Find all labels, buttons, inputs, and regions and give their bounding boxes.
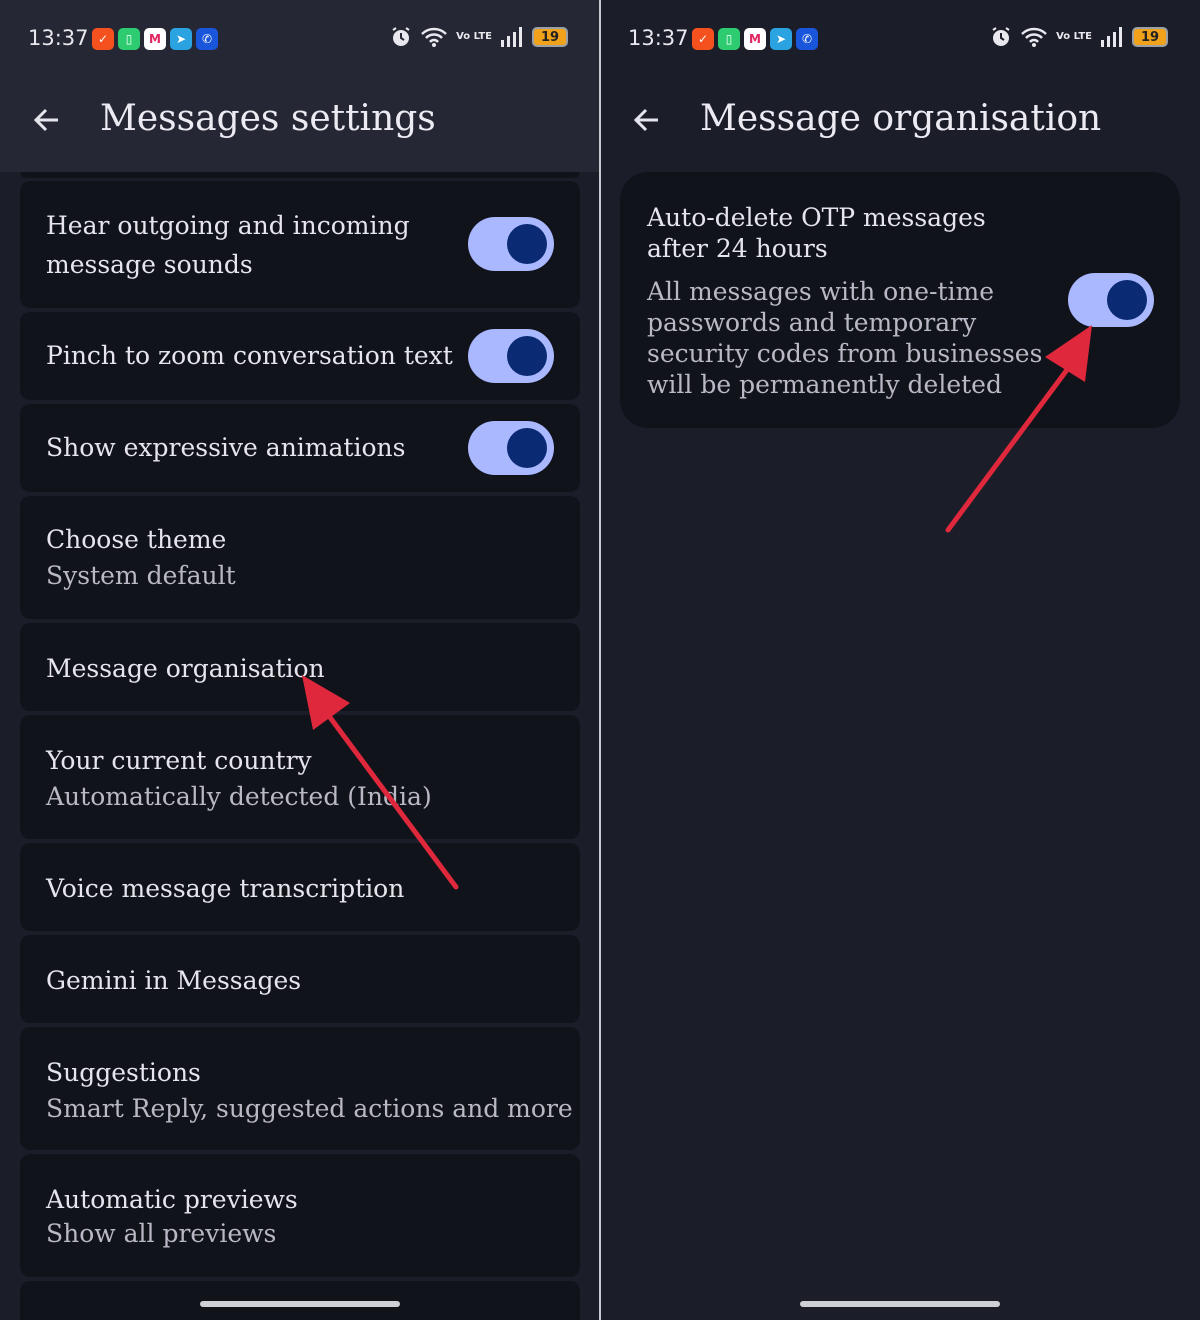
- page-title: Messages settings: [100, 98, 436, 139]
- setting-title: Gemini in Messages: [46, 966, 302, 995]
- signal-icon: [501, 27, 522, 47]
- wifi-icon: [421, 27, 447, 47]
- setting-description: All messages with one-time passwords and…: [647, 277, 1043, 399]
- alarm-icon: [392, 27, 410, 46]
- setting-title: Suggestions: [46, 1058, 201, 1087]
- status-time: 13:37: [28, 26, 89, 50]
- setting-automatic-previews[interactable]: Automatic previews Show all previews: [20, 1154, 580, 1277]
- setting-gemini[interactable]: Gemini in Messages: [20, 935, 580, 1023]
- setting-title: Voice message transcription: [46, 874, 405, 903]
- alarm-icon: [992, 27, 1010, 46]
- check-app-icon: ✓: [92, 28, 114, 50]
- toggle-knob: [507, 428, 547, 468]
- message-sounds-toggle[interactable]: [468, 217, 554, 271]
- status-bar: 13:37 ✓ ▯ M ➤ ✆ Vo LTE 19: [28, 24, 568, 56]
- telegram-icon: ➤: [170, 28, 192, 50]
- app-bar: Message organisation: [600, 86, 1200, 158]
- wifi-icon: [1021, 27, 1047, 47]
- m-app-icon: M: [744, 28, 766, 50]
- setting-expressive-animations[interactable]: Show expressive animations: [20, 404, 580, 492]
- setting-title: Automatic previews: [46, 1185, 298, 1214]
- expressive-animations-toggle[interactable]: [468, 421, 554, 475]
- app-bar: Messages settings: [0, 86, 600, 158]
- battery-app-icon: ▯: [718, 28, 740, 50]
- phone-app-icon: ✆: [196, 28, 218, 50]
- setting-subtitle: Show all previews: [46, 1219, 277, 1248]
- setting-title: Your current country: [46, 746, 312, 775]
- battery-icon: 19: [532, 27, 568, 47]
- setting-title: Pinch to zoom conversation text: [46, 341, 453, 370]
- telegram-icon: ➤: [770, 28, 792, 50]
- phone-app-icon: ✆: [796, 28, 818, 50]
- setting-subtitle: Smart Reply, suggested actions and more: [46, 1094, 573, 1123]
- back-arrow-icon[interactable]: [628, 100, 668, 140]
- battery-icon: 19: [1132, 27, 1168, 47]
- setting-title: Show expressive animations: [46, 433, 406, 462]
- messages-settings-screen: 13:37 ✓ ▯ M ➤ ✆ Vo LTE 19 Messages setti…: [0, 0, 600, 1320]
- partial-row: [20, 172, 580, 178]
- notification-icons: ✓ ▯ M ➤ ✆: [92, 28, 218, 50]
- setting-message-sounds[interactable]: Hear outgoing and incoming message sound…: [20, 181, 580, 308]
- auto-delete-otp-toggle[interactable]: [1068, 273, 1154, 327]
- setting-voice-transcription[interactable]: Voice message transcription: [20, 843, 580, 931]
- setting-auto-delete-otp[interactable]: Auto-delete OTP messages after 24 hours …: [620, 172, 1180, 428]
- setting-subtitle: System default: [46, 561, 236, 590]
- toggle-knob: [1107, 280, 1147, 320]
- setting-title: Choose theme: [46, 525, 227, 554]
- screen-divider: [599, 0, 601, 1320]
- setting-suggestions[interactable]: Suggestions Smart Reply, suggested actio…: [20, 1027, 580, 1150]
- setting-choose-theme[interactable]: Choose theme System default: [20, 496, 580, 619]
- status-bar: 13:37 ✓ ▯ M ➤ ✆ Vo LTE 19: [628, 24, 1168, 56]
- system-icons: Vo LTE 19: [990, 26, 1168, 48]
- home-indicator[interactable]: [800, 1301, 1000, 1307]
- volte-icon: Vo LTE: [1056, 31, 1092, 42]
- battery-app-icon: ▯: [118, 28, 140, 50]
- setting-title: Auto-delete OTP messages after 24 hours: [647, 203, 986, 263]
- m-app-icon: M: [144, 28, 166, 50]
- pinch-zoom-toggle[interactable]: [468, 329, 554, 383]
- home-indicator[interactable]: [200, 1301, 400, 1307]
- message-organisation-screen: 13:37 ✓ ▯ M ➤ ✆ Vo LTE 19 Message organi…: [600, 0, 1200, 1320]
- setting-subtitle: Automatically detected (India): [46, 782, 432, 811]
- toggle-knob: [507, 336, 547, 376]
- notification-icons: ✓ ▯ M ➤ ✆: [692, 28, 818, 50]
- signal-icon: [1101, 27, 1122, 47]
- check-app-icon: ✓: [692, 28, 714, 50]
- back-arrow-icon[interactable]: [28, 100, 68, 140]
- setting-current-country[interactable]: Your current country Automatically detec…: [20, 715, 580, 839]
- setting-title: Hear outgoing and incoming message sound…: [46, 211, 410, 279]
- setting-message-organisation[interactable]: Message organisation: [20, 623, 580, 711]
- volte-icon: Vo LTE: [456, 31, 492, 42]
- setting-title: Message organisation: [46, 654, 325, 683]
- status-time: 13:37: [628, 26, 689, 50]
- page-title: Message organisation: [700, 98, 1102, 139]
- setting-pinch-zoom[interactable]: Pinch to zoom conversation text: [20, 312, 580, 400]
- system-icons: Vo LTE 19: [390, 26, 568, 48]
- toggle-knob: [507, 224, 547, 264]
